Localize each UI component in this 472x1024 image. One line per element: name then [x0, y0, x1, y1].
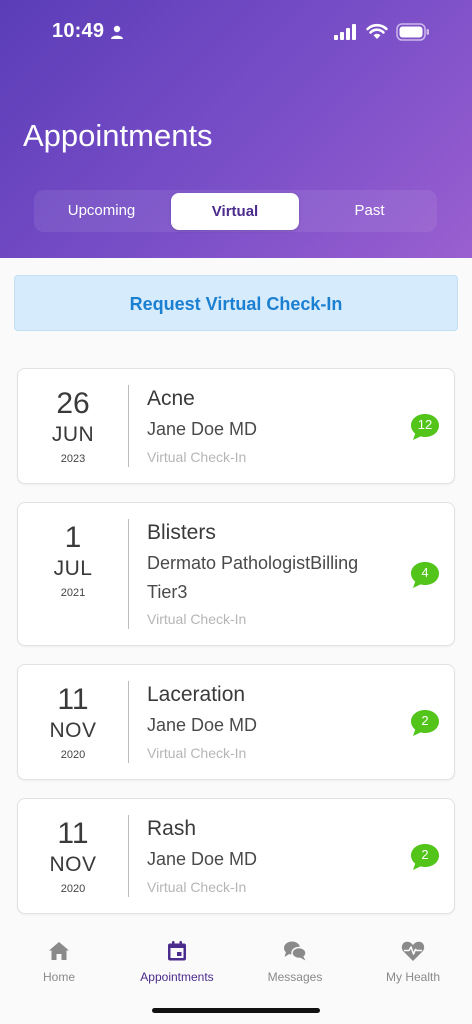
chat-bubbles-icon — [284, 941, 307, 961]
signal-icon — [334, 24, 356, 40]
date-block: 1 JUL 2021 — [18, 521, 128, 599]
appointment-list: 26 JUN 2023 Acne Jane Doe MD Virtual Che… — [0, 350, 472, 928]
tabbar-messages[interactable]: Messages — [236, 940, 354, 984]
date-block: 11 NOV 2020 — [18, 817, 128, 895]
provider-name: Jane Doe MD — [147, 419, 258, 439]
provider-name: Jane Doe MD — [147, 715, 258, 735]
appointment-card[interactable]: 11 NOV 2020 Laceration Jane Doe MD Virtu… — [17, 664, 455, 780]
divider — [128, 385, 129, 467]
date-year: 2021 — [60, 587, 86, 599]
status-time: 10:49 — [52, 20, 105, 42]
appointment-type: Virtual Check-In — [147, 879, 247, 895]
date-day: 26 — [56, 387, 90, 420]
wifi-icon — [366, 23, 388, 39]
tabbar-messages-label: Messages — [267, 970, 323, 984]
battery-icon — [396, 23, 429, 41]
date-day: 11 — [57, 683, 89, 716]
message-count-badge[interactable]: 12 — [410, 413, 440, 441]
date-month: NOV — [49, 719, 97, 742]
appointment-card[interactable]: 26 JUN 2023 Acne Jane Doe MD Virtual Che… — [17, 368, 455, 484]
checkin-section: Request Virtual Check-In — [0, 258, 472, 350]
message-count-badge[interactable]: 2 — [410, 843, 440, 871]
appointment-type: Virtual Check-In — [147, 449, 247, 465]
tabbar-appointments[interactable]: Appointments — [118, 940, 236, 984]
tabbar-appointments-label: Appointments — [140, 970, 214, 984]
appointment-type: Virtual Check-In — [147, 611, 247, 627]
date-day: 11 — [57, 817, 89, 850]
home-icon — [49, 942, 69, 960]
date-month: JUN — [51, 423, 95, 446]
appointment-type: Virtual Check-In — [147, 745, 247, 761]
tabbar-my-health[interactable]: My Health — [354, 940, 472, 984]
tab-virtual[interactable]: Virtual — [171, 193, 299, 230]
appointment-card[interactable]: 11 NOV 2020 Rash Jane Doe MD Virtual Che… — [17, 798, 455, 914]
message-count: 2 — [421, 847, 429, 862]
heart-pulse-icon — [401, 941, 425, 961]
date-year: 2020 — [60, 749, 86, 761]
appointment-card[interactable]: 1 JUL 2021 Blisters Dermato PathologistB… — [17, 502, 455, 646]
appointment-title: Laceration — [147, 683, 246, 706]
message-count-badge[interactable]: 4 — [410, 561, 440, 589]
message-count-badge[interactable]: 2 — [410, 709, 440, 737]
message-count: 12 — [417, 417, 433, 432]
calendar-icon — [168, 941, 186, 961]
divider — [128, 815, 129, 897]
tab-upcoming[interactable]: Upcoming — [34, 190, 169, 232]
message-count: 2 — [421, 713, 429, 728]
date-block: 11 NOV 2020 — [18, 683, 128, 761]
header: 10:49 Appointments Upcoming Virtual Past — [0, 0, 472, 258]
tabbar-home[interactable]: Home — [0, 940, 118, 984]
date-year: 2020 — [60, 883, 86, 895]
provider-name: Jane Doe MD — [147, 849, 258, 869]
date-year: 2023 — [60, 453, 86, 465]
tabbar-home-label: Home — [42, 970, 75, 984]
divider — [128, 681, 129, 763]
person-icon — [111, 25, 123, 39]
divider — [128, 519, 129, 629]
status-bar: 10:49 — [0, 0, 472, 64]
message-count: 4 — [421, 565, 429, 580]
page-title: Appointments — [23, 118, 213, 153]
appointment-title: Blisters — [147, 521, 216, 544]
request-virtual-checkin-button[interactable]: Request Virtual Check-In — [14, 275, 458, 331]
tab-past[interactable]: Past — [302, 190, 437, 232]
date-month: NOV — [49, 853, 97, 876]
provider-name: Dermato PathologistBilling Tier3 — [147, 553, 359, 602]
appointment-filter-tabs: Upcoming Virtual Past — [34, 190, 437, 232]
appointment-title: Rash — [147, 817, 197, 840]
date-month: JUL — [53, 557, 93, 580]
home-indicator — [152, 1008, 320, 1013]
date-block: 26 JUN 2023 — [18, 387, 128, 465]
date-day: 1 — [64, 521, 82, 554]
appointment-title: Acne — [147, 387, 195, 410]
tabbar-my-health-label: My Health — [385, 970, 441, 984]
